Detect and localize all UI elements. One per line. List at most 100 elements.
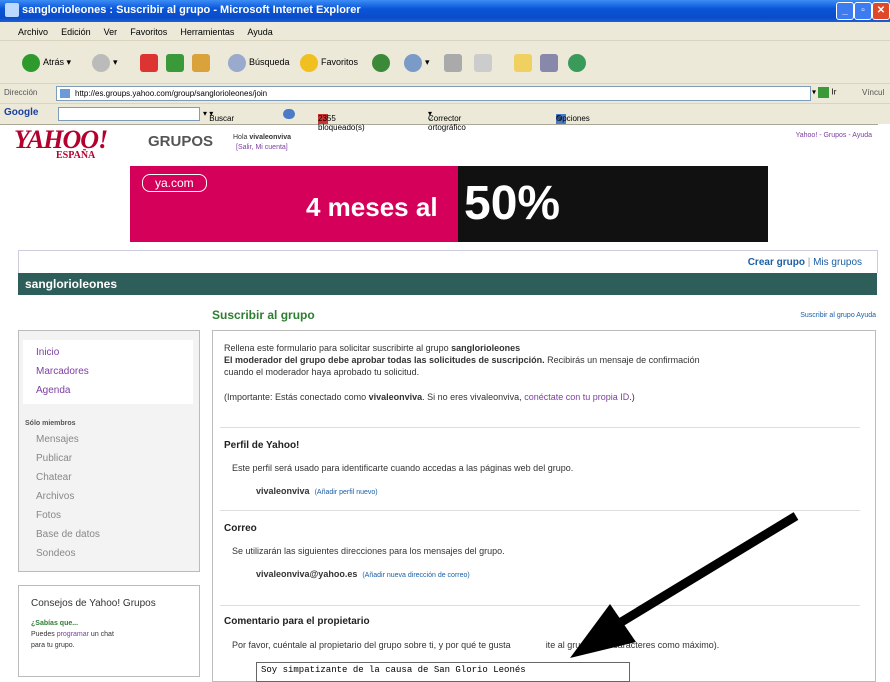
- tips-question: ¿Sabías que...: [31, 620, 79, 627]
- banner-brand: ya.com: [142, 174, 207, 192]
- important-note: (Importante: Estás conectado como vivale…: [224, 392, 635, 402]
- folder-icon: [514, 53, 532, 72]
- back-arrow-icon: [22, 53, 40, 72]
- annotation-arrow: [570, 512, 799, 658]
- arrow-shaft: [615, 512, 799, 628]
- crear-grupo-link[interactable]: Crear grupo: [748, 257, 805, 268]
- history-button[interactable]: [372, 52, 393, 72]
- google-logo[interactable]: Google: [4, 107, 38, 118]
- connect-own-id-link[interactable]: conéctate con tu propia ID: [524, 392, 629, 402]
- close-icon[interactable]: ✕: [872, 2, 890, 20]
- mail-button[interactable]: ▾: [404, 52, 430, 72]
- nav-fotos[interactable]: Fotos: [36, 510, 61, 521]
- banner-percent: 50%: [464, 177, 561, 230]
- profile-text: Este perfil será usado para identificart…: [232, 463, 574, 473]
- address-input[interactable]: http://es.groups.yahoo.com/group/sanglor…: [56, 86, 811, 101]
- nav-archivos[interactable]: Archivos: [36, 491, 74, 502]
- minimize-icon[interactable]: _: [836, 2, 854, 20]
- go-button[interactable]: ▾ Ir: [812, 87, 836, 98]
- nav-chatear[interactable]: Chatear: [36, 472, 72, 483]
- search-icon: [228, 53, 246, 72]
- folder-button[interactable]: [514, 52, 535, 72]
- page-title: Suscribir al grupo: [212, 308, 315, 322]
- go-arrow-icon: [818, 87, 830, 98]
- stop-icon: [140, 53, 158, 72]
- window-titlebar: sanglorioleones : Suscribir al grupo - M…: [0, 0, 890, 22]
- email-heading: Correo: [224, 523, 257, 534]
- research-button[interactable]: [540, 52, 561, 72]
- google-search-button[interactable]: ▾ Buscar ▾: [203, 109, 234, 123]
- group-links: Crear grupo | Mis grupos: [747, 257, 862, 268]
- menu-archivo[interactable]: Archivo: [18, 27, 48, 37]
- profile-row: vivaleonviva (Añadir perfil nuevo): [256, 486, 378, 496]
- messenger-button[interactable]: [568, 52, 589, 72]
- ad-banner[interactable]: ya.com 4 meses al 50%: [130, 166, 768, 242]
- edit-icon: [474, 53, 492, 72]
- pencil-icon: ✎: [556, 114, 563, 123]
- edit-button[interactable]: [474, 52, 495, 72]
- menu-ayuda[interactable]: Ayuda: [247, 27, 272, 37]
- intro-line2: El moderador del grupo debe aprobar toda…: [224, 355, 700, 365]
- tips-line2: para tu grupo.: [31, 642, 75, 649]
- print-icon: [444, 53, 462, 72]
- back-button[interactable]: Atrás ▾: [22, 52, 71, 72]
- research-icon: [540, 53, 558, 72]
- tips-line1: Puedes programar un chat: [31, 631, 114, 638]
- links-label[interactable]: Víncul: [862, 88, 884, 97]
- refresh-button[interactable]: [166, 52, 187, 72]
- top-links[interactable]: Yahoo! - Grupos - Ayuda: [796, 132, 872, 139]
- comment-heading: Comentario para el propietario: [224, 616, 370, 627]
- intro-line1: Rellena este formulario para solicitar s…: [224, 343, 521, 353]
- toolbar: Atrás ▾ ▾ Búsqueda Favoritos ▾: [0, 41, 890, 84]
- yahoo-logo-sub: ESPAÑA: [56, 150, 96, 161]
- nav-publicar[interactable]: Publicar: [36, 453, 72, 464]
- google-toolbar: Google ▾ Buscar ▾ 2355 bloqueado(s) ✓ Co…: [0, 104, 890, 132]
- arrow-head: [570, 604, 636, 658]
- divider: [220, 427, 860, 428]
- nav-agenda[interactable]: Agenda: [36, 385, 70, 396]
- star-icon: [300, 53, 318, 72]
- page-icon: [60, 89, 70, 98]
- nav-inicio[interactable]: Inicio: [36, 347, 59, 358]
- add-email-link[interactable]: (Añadir nueva dirección de correo): [362, 572, 469, 579]
- group-name-bar: [18, 273, 877, 295]
- mis-grupos-link[interactable]: Mis grupos: [813, 257, 862, 268]
- nav-sondeos[interactable]: Sondeos: [36, 548, 75, 559]
- add-profile-link[interactable]: (Añadir perfil nuevo): [315, 489, 378, 496]
- nav-mensajes[interactable]: Mensajes: [36, 434, 79, 445]
- page-right-edge: [878, 124, 890, 676]
- google-search-input[interactable]: [58, 107, 200, 121]
- history-icon: [372, 53, 390, 72]
- nav-base-de-datos[interactable]: Base de datos: [36, 529, 100, 540]
- stop-button[interactable]: [140, 52, 161, 72]
- menu-favoritos[interactable]: Favoritos: [130, 27, 167, 37]
- search-button[interactable]: Búsqueda: [228, 52, 290, 72]
- grupos-label[interactable]: GRUPOS: [148, 133, 213, 150]
- home-button[interactable]: [192, 52, 213, 72]
- forward-button[interactable]: ▾: [92, 52, 118, 72]
- home-icon: [192, 53, 210, 72]
- tips-box: Consejos de Yahoo! Grupos ¿Sabías que...…: [18, 585, 200, 677]
- nav-marcadores[interactable]: Marcadores: [36, 366, 89, 377]
- messenger-icon: [568, 53, 586, 72]
- google-pagerank-icon: [283, 109, 295, 119]
- menu-ver[interactable]: Ver: [104, 27, 118, 37]
- spellcheck-button[interactable]: ✓ Corrector ortográfico ▾: [428, 109, 466, 132]
- menu-bar: Archivo Edición Ver Favoritos Herramient…: [0, 22, 890, 41]
- programar-link[interactable]: programar: [57, 631, 89, 638]
- help-links[interactable]: Suscribir al grupo Ayuda: [800, 312, 876, 319]
- banner-text: 4 meses al: [306, 192, 438, 222]
- signout-link[interactable]: [Salir, Mi cuenta]: [236, 144, 288, 151]
- address-label: Dirección: [4, 88, 38, 97]
- print-button[interactable]: [444, 52, 465, 72]
- menu-edicion[interactable]: Edición: [61, 27, 91, 37]
- greeting: Hola vivaleonviva: [233, 134, 291, 141]
- mail-icon: [404, 53, 422, 72]
- window-title: sanglorioleones : Suscribir al grupo - M…: [22, 4, 361, 16]
- maximize-icon[interactable]: ▫: [854, 2, 872, 20]
- favorites-button[interactable]: Favoritos: [300, 52, 358, 72]
- group-name[interactable]: sanglorioleones: [25, 277, 117, 291]
- profile-heading: Perfil de Yahoo!: [224, 440, 300, 451]
- tips-title: Consejos de Yahoo! Grupos: [31, 598, 156, 609]
- menu-herramientas[interactable]: Herramientas: [180, 27, 234, 37]
